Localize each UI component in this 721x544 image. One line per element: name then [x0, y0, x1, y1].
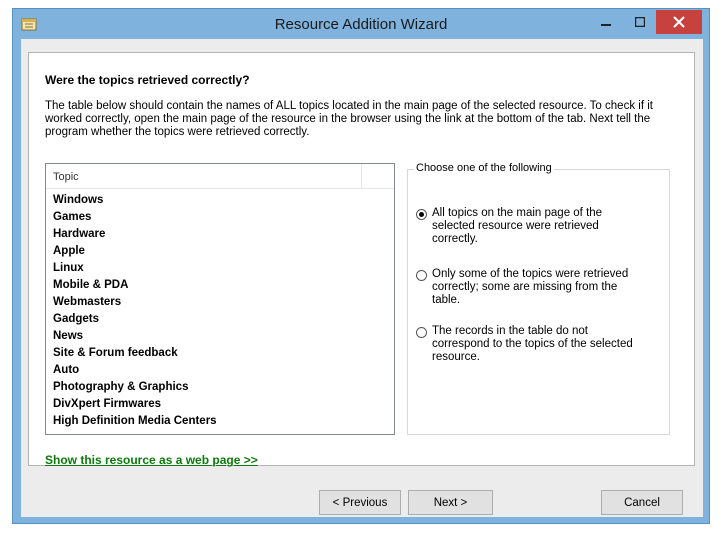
wizard-window: Resource Addition Wizard Were the topics… — [12, 8, 710, 524]
list-item[interactable]: News — [53, 328, 217, 345]
title-bar[interactable]: Resource Addition Wizard — [13, 9, 709, 40]
option-some-missing[interactable]: Only some of the topics were retrieved c… — [416, 268, 647, 307]
radio-button[interactable] — [416, 209, 427, 220]
list-item[interactable]: Hardware — [53, 226, 217, 243]
choice-groupbox: Choose one of the following All topics o… — [407, 162, 670, 435]
maximize-button[interactable] — [625, 10, 655, 34]
minimize-button[interactable] — [591, 10, 621, 34]
list-item[interactable]: Windows — [53, 192, 217, 209]
next-button[interactable]: Next > — [408, 490, 493, 515]
option-label[interactable]: The records in the table do not correspo… — [432, 325, 647, 364]
list-item[interactable]: DivXpert Firmwares — [53, 396, 217, 413]
list-item[interactable]: Site & Forum feedback — [53, 345, 217, 362]
minimize-icon — [601, 24, 611, 26]
list-item[interactable]: Webmasters — [53, 294, 217, 311]
list-item[interactable]: Auto — [53, 362, 217, 379]
option-label[interactable]: All topics on the main page of the selec… — [432, 207, 647, 246]
close-icon — [673, 16, 685, 28]
cancel-button[interactable]: Cancel — [601, 490, 683, 515]
list-item[interactable]: High Definition Media Centers — [53, 413, 217, 430]
list-item[interactable]: Apple — [53, 243, 217, 260]
page-heading: Were the topics retrieved correctly? — [45, 73, 250, 87]
radio-button[interactable] — [416, 270, 427, 281]
list-item[interactable]: Games — [53, 209, 217, 226]
previous-button[interactable]: < Previous — [319, 490, 401, 515]
topics-list[interactable]: Topic Windows Games Hardware Apple Linux… — [45, 163, 395, 435]
page-description: The table below should contain the names… — [45, 100, 653, 138]
option-all-retrieved[interactable]: All topics on the main page of the selec… — [416, 207, 647, 246]
choice-group-label: Choose one of the following — [414, 162, 554, 174]
topics-list-items: Windows Games Hardware Apple Linux Mobil… — [53, 192, 217, 430]
option-label[interactable]: Only some of the topics were retrieved c… — [432, 268, 647, 307]
topic-column-header[interactable]: Topic — [46, 164, 362, 188]
radio-selected-dot — [419, 212, 424, 217]
topics-list-header: Topic — [46, 164, 394, 189]
close-button[interactable] — [656, 10, 702, 34]
radio-button[interactable] — [416, 327, 427, 338]
list-item[interactable]: Mobile & PDA — [53, 277, 217, 294]
list-item[interactable]: Gadgets — [53, 311, 217, 328]
list-item[interactable]: Photography & Graphics — [53, 379, 217, 396]
client-area: Were the topics retrieved correctly? The… — [21, 39, 703, 517]
wizard-page-panel: Were the topics retrieved correctly? The… — [28, 52, 695, 467]
list-item[interactable]: Linux — [53, 260, 217, 277]
option-not-correspond[interactable]: The records in the table do not correspo… — [416, 325, 647, 364]
maximize-icon — [635, 17, 645, 27]
show-web-page-link[interactable]: Show this resource as a web page >> — [45, 453, 258, 467]
